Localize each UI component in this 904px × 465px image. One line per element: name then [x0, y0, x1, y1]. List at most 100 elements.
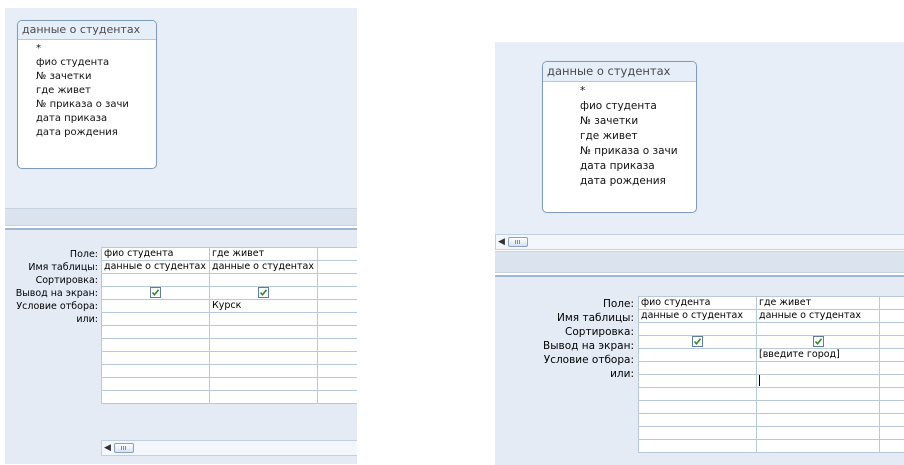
empty-cell[interactable]	[879, 413, 904, 427]
empty-cell[interactable]	[879, 348, 904, 362]
field-item[interactable]: где живет	[580, 129, 696, 144]
empty-cell[interactable]	[317, 286, 357, 300]
field-cell[interactable]: фио студента	[101, 247, 210, 261]
empty-cell[interactable]	[317, 260, 357, 274]
empty-cell[interactable]	[209, 377, 318, 391]
field-item[interactable]: дата рождения	[36, 126, 156, 140]
empty-cell[interactable]	[879, 296, 904, 310]
show-checkbox[interactable]	[258, 287, 269, 298]
table-cell[interactable]: данные о студентах	[756, 309, 880, 323]
table-title[interactable]: данные о студентах	[543, 62, 696, 82]
or-cell[interactable]	[638, 361, 757, 375]
empty-cell[interactable]	[209, 325, 318, 339]
field-item[interactable]: где живет	[36, 84, 156, 98]
empty-cell[interactable]	[209, 364, 318, 378]
empty-cell[interactable]	[317, 351, 357, 365]
empty-cell[interactable]	[879, 387, 904, 401]
empty-cell[interactable]	[317, 247, 357, 261]
field-item[interactable]: № приказа о зачи	[36, 98, 156, 112]
sort-cell[interactable]	[756, 322, 880, 336]
field-item[interactable]: дата приказа	[36, 112, 156, 126]
empty-cell[interactable]	[638, 387, 757, 401]
scroll-left-arrow-icon[interactable]: ◀	[104, 442, 111, 454]
empty-cell[interactable]	[317, 338, 357, 352]
empty-cell[interactable]	[317, 390, 357, 404]
empty-cell[interactable]	[879, 400, 904, 414]
empty-cell[interactable]	[101, 338, 210, 352]
sort-cell[interactable]	[101, 273, 210, 287]
empty-cell[interactable]	[101, 351, 210, 365]
empty-cell[interactable]	[879, 426, 904, 440]
empty-cell[interactable]	[317, 364, 357, 378]
field-cell[interactable]: где живет	[209, 247, 318, 261]
show-cell	[756, 335, 880, 349]
field-item[interactable]: *	[36, 42, 156, 56]
table-title[interactable]: данные о студентах	[18, 21, 156, 40]
pane-splitter[interactable]	[5, 208, 357, 226]
empty-cell[interactable]	[317, 273, 357, 287]
empty-cell[interactable]	[638, 426, 757, 440]
empty-cell[interactable]	[756, 400, 880, 414]
sort-cell[interactable]	[209, 273, 318, 287]
empty-cell[interactable]	[209, 351, 318, 365]
empty-cell[interactable]	[317, 377, 357, 391]
scroll-thumb[interactable]	[508, 237, 528, 247]
student-table-box[interactable]: данные о студентах * фио студента № заче…	[542, 61, 697, 213]
sort-cell[interactable]	[638, 322, 757, 336]
field-item[interactable]: фио студента	[580, 99, 696, 114]
row-label-criteria: Условие отбора:	[16, 301, 98, 312]
table-cell[interactable]: данные о студентах	[638, 309, 757, 323]
field-item[interactable]: фио студента	[36, 56, 156, 70]
empty-cell[interactable]	[756, 439, 880, 453]
table-cell[interactable]: данные о студентах	[209, 260, 318, 274]
empty-cell[interactable]	[209, 390, 318, 404]
empty-cell[interactable]	[756, 413, 880, 427]
pane-horizontal-scrollbar[interactable]: ◀	[495, 234, 904, 250]
empty-cell[interactable]	[879, 361, 904, 375]
empty-cell[interactable]	[879, 309, 904, 323]
field-cell[interactable]: фио студента	[638, 296, 757, 310]
show-checkbox[interactable]	[150, 287, 161, 298]
scroll-left-arrow-icon[interactable]: ◀	[498, 236, 505, 248]
empty-cell[interactable]	[879, 335, 904, 349]
empty-cell[interactable]	[756, 387, 880, 401]
empty-cell[interactable]	[756, 426, 880, 440]
empty-cell[interactable]	[879, 439, 904, 453]
empty-cell[interactable]	[638, 400, 757, 414]
empty-cell[interactable]	[638, 374, 757, 388]
criteria-cell[interactable]	[638, 348, 757, 362]
empty-cell[interactable]	[317, 325, 357, 339]
field-item[interactable]: дата приказа	[580, 159, 696, 174]
empty-cell[interactable]	[101, 325, 210, 339]
pane-splitter[interactable]	[495, 251, 904, 273]
criteria-cell[interactable]	[101, 299, 210, 313]
scroll-thumb[interactable]	[114, 443, 134, 453]
empty-cell[interactable]	[638, 413, 757, 427]
or-cell[interactable]	[756, 361, 880, 375]
text-cursor-cell[interactable]	[756, 374, 880, 388]
empty-cell[interactable]	[879, 374, 904, 388]
field-item[interactable]: № зачетки	[36, 70, 156, 84]
empty-cell[interactable]	[101, 390, 210, 404]
grid-horizontal-scrollbar[interactable]: ◀	[101, 440, 357, 456]
field-cell[interactable]: где живет	[756, 296, 880, 310]
field-item[interactable]: № приказа о зачи	[580, 144, 696, 159]
field-item[interactable]: № зачетки	[580, 114, 696, 129]
empty-cell[interactable]	[879, 322, 904, 336]
or-cell[interactable]	[209, 312, 318, 326]
empty-cell[interactable]	[317, 312, 357, 326]
empty-cell[interactable]	[638, 439, 757, 453]
empty-cell[interactable]	[317, 299, 357, 313]
empty-cell[interactable]	[101, 364, 210, 378]
empty-cell[interactable]	[101, 377, 210, 391]
criteria-cell[interactable]: Курск	[209, 299, 318, 313]
or-cell[interactable]	[101, 312, 210, 326]
field-item[interactable]: *	[580, 84, 696, 99]
criteria-cell[interactable]: [введите город]	[756, 348, 880, 362]
show-checkbox[interactable]	[692, 336, 703, 347]
show-checkbox[interactable]	[812, 336, 824, 347]
field-item[interactable]: дата рождения	[580, 174, 696, 189]
student-table-box[interactable]: данные о студентах * фио студента № заче…	[17, 20, 157, 169]
table-cell[interactable]: данные о студентах	[101, 260, 210, 274]
empty-cell[interactable]	[209, 338, 318, 352]
